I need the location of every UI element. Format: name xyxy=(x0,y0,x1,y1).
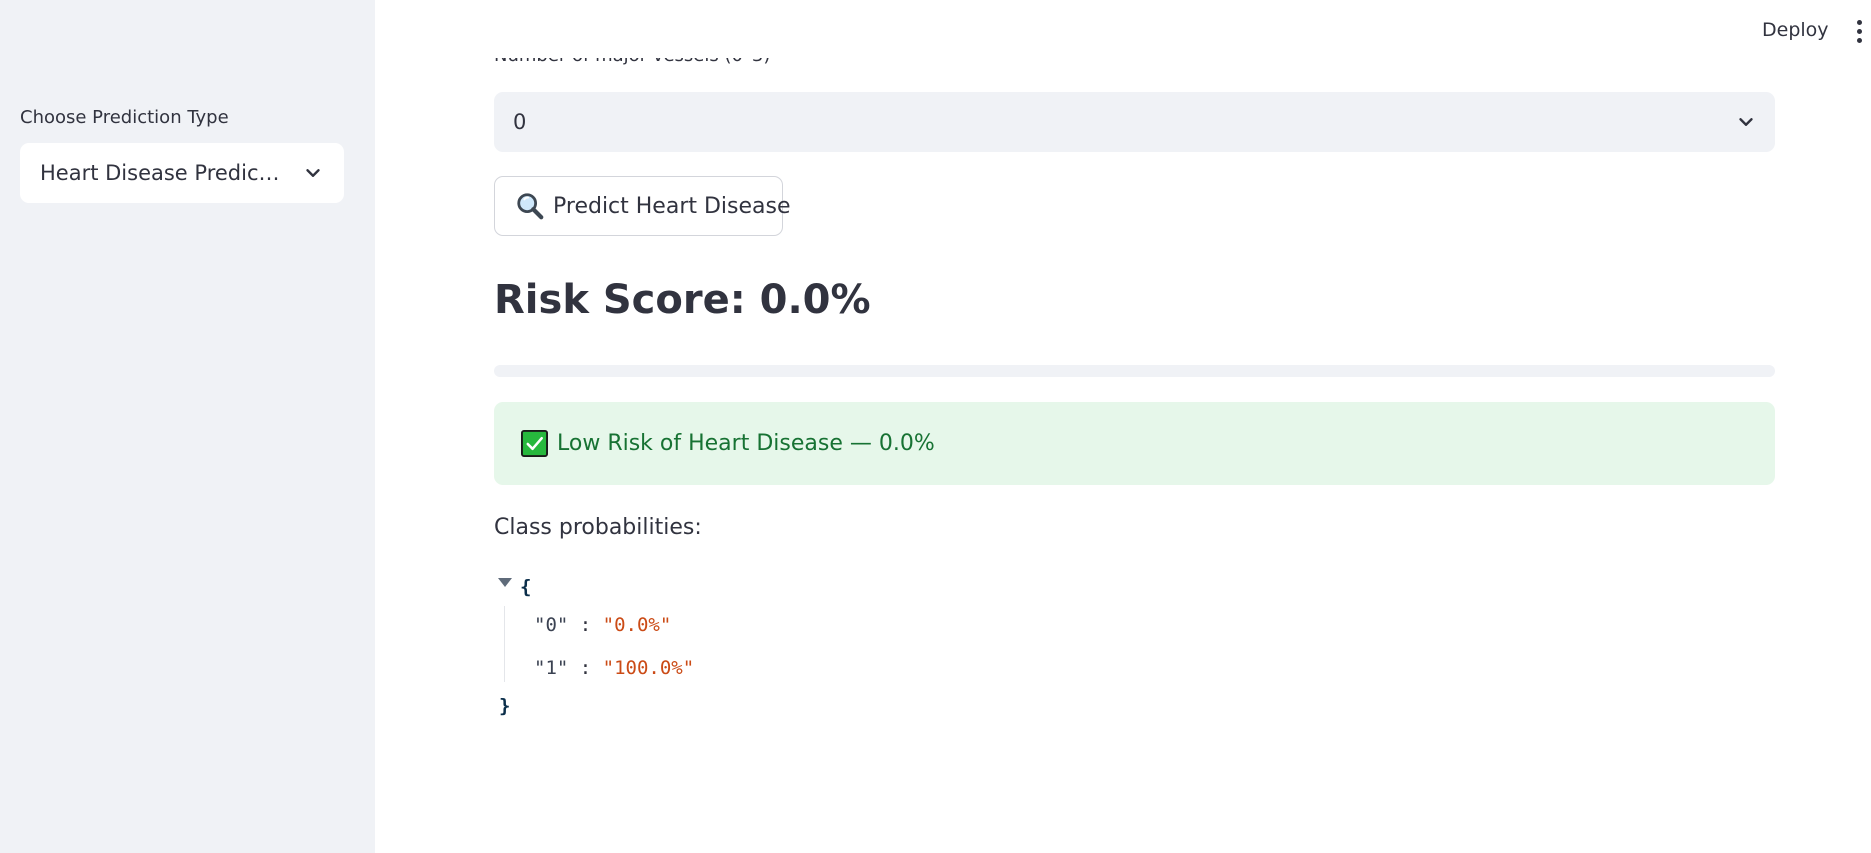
json-row: "0" : "0.0%" xyxy=(534,614,672,636)
risk-score-heading: Risk Score: 0.0% xyxy=(494,277,871,323)
prediction-type-select[interactable]: Heart Disease Prediction xyxy=(20,143,344,203)
kebab-menu-icon[interactable] xyxy=(1856,20,1866,44)
sidebar: Choose Prediction Type Heart Disease Pre… xyxy=(0,0,375,853)
app-header xyxy=(375,0,1871,62)
vessels-field-label-clipped: Number of major vessels (0–3) xyxy=(494,58,794,68)
class-probabilities-label: Class probabilities: xyxy=(494,515,702,540)
magnifier-emoji-icon xyxy=(517,193,544,220)
vessels-field-label: Number of major vessels (0–3) xyxy=(494,58,770,66)
json-indent-guide xyxy=(504,606,505,682)
vessels-select-value: 0 xyxy=(513,110,527,134)
json-open-brace: { xyxy=(520,576,532,598)
risk-progress-bar xyxy=(494,365,1775,377)
json-value: "0.0%" xyxy=(602,614,672,636)
json-key: "0" xyxy=(534,614,569,636)
vessels-select[interactable]: 0 xyxy=(494,92,1775,152)
predict-heart-disease-button[interactable]: Predict Heart Disease xyxy=(494,176,791,236)
deploy-button[interactable]: Deploy xyxy=(1762,19,1829,41)
chevron-down-icon xyxy=(306,169,320,177)
collapse-triangle-icon[interactable] xyxy=(498,578,512,587)
json-close-brace: } xyxy=(499,695,511,717)
json-viewer: { "0" : "0.0%" "1" : "100.0%" } xyxy=(494,574,1194,724)
chevron-down-icon xyxy=(1739,118,1753,126)
result-alert: Low Risk of Heart Disease — 0.0% xyxy=(494,402,1775,485)
predict-button-label: Predict Heart Disease xyxy=(553,193,791,219)
json-key: "1" xyxy=(534,657,569,679)
prediction-type-label: Choose Prediction Type xyxy=(20,107,229,128)
prediction-type-value: Heart Disease Prediction xyxy=(40,161,285,185)
json-row: "1" : "100.0%" xyxy=(534,657,695,679)
json-value: "100.0%" xyxy=(602,657,695,679)
check-mark-icon xyxy=(521,430,548,457)
result-text: Low Risk of Heart Disease — 0.0% xyxy=(557,431,935,456)
